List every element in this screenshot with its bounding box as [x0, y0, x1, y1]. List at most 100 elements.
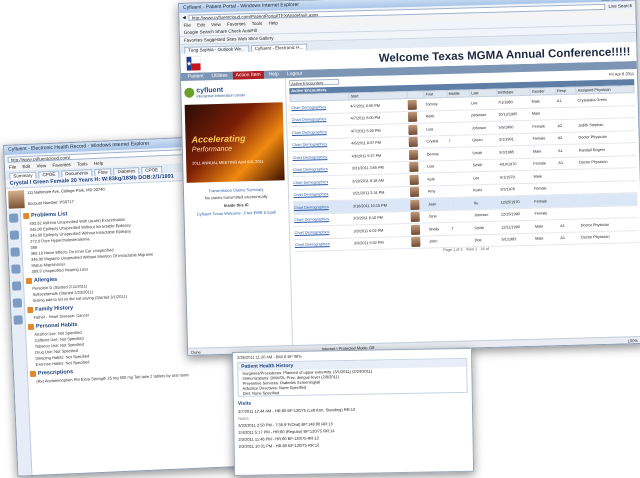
cell-chart-link[interactable]: Chart Demographics	[293, 237, 354, 252]
sidebar-icon-5[interactable]	[11, 281, 22, 291]
encounters-panel: Active Encounters Fri Apr 8 2011 Active …	[286, 69, 640, 356]
cell-last: Xu	[472, 196, 500, 210]
cell-first: Tommy	[424, 97, 448, 111]
logo-subtitle: interactive information center	[196, 92, 246, 99]
cell-gender: Male	[533, 219, 560, 233]
patient-avatar	[410, 211, 420, 223]
tab-documents[interactable]: Documents	[61, 169, 93, 178]
tab-cpoe-2[interactable]: CPOE	[141, 166, 163, 174]
menu-edit[interactable]: Edit	[197, 22, 205, 27]
cell-birthdate: 12/11/1990	[500, 220, 535, 234]
menu-tools[interactable]: Tools	[77, 161, 88, 166]
menu-view[interactable]: View	[36, 163, 46, 168]
cell-birthdate: 5/1/1979	[498, 170, 533, 184]
cell-photo	[409, 198, 428, 212]
cell-last: Lee	[469, 96, 498, 110]
cell-photo	[408, 160, 427, 174]
welcome-link[interactable]: Cyfluent Texas Welcome - Free EMR & Ipad…	[187, 209, 285, 217]
cell-first: Kyle	[426, 172, 450, 186]
cell-last: Green	[470, 133, 499, 147]
menu-tools[interactable]: Tools	[252, 21, 263, 26]
cell-last: Smith	[471, 146, 499, 160]
cell-last: Lee	[471, 171, 500, 185]
texas-logo-icon	[186, 55, 201, 71]
cell-first: Keith	[424, 109, 448, 124]
cell-gender: Male	[530, 94, 556, 108]
sidebar-icon-4[interactable]	[11, 264, 21, 274]
cell-middle	[449, 196, 473, 210]
chart-demographics-link[interactable]: Chart Demographics	[292, 142, 327, 147]
cell-gender: Female	[532, 182, 559, 196]
sidebar-icon-6[interactable]	[12, 298, 23, 308]
tab-flow[interactable]: Flow	[93, 168, 112, 177]
cell-resp	[557, 181, 579, 195]
tab-summary[interactable]: Summary	[9, 171, 37, 180]
sidebar-icon-3[interactable]	[10, 247, 20, 257]
cell-first: Jean	[426, 197, 451, 211]
sidebar-icon-1[interactable]	[9, 213, 19, 223]
chart-demographics-link[interactable]: Chart Demographics	[293, 155, 328, 160]
chart-demographics-link[interactable]: Chart Demographics	[292, 130, 327, 135]
cell-middle: I	[448, 134, 472, 148]
search-field[interactable]: Live Search	[608, 3, 632, 9]
sidebar-icon-7[interactable]	[13, 315, 23, 325]
chart-demographics-link[interactable]: Chart Demographics	[293, 180, 328, 185]
patient-avatar	[407, 99, 418, 110]
health-history-panel: Patient Health History Surgeries/Procedu…	[237, 357, 468, 397]
minimize-button[interactable]	[600, 0, 611, 1]
status-text: Done	[191, 349, 201, 355]
cell-photo	[409, 185, 427, 199]
cell-gender: Female	[531, 132, 557, 146]
back-arrow-icon[interactable]: ◀	[182, 14, 186, 20]
family-icon	[27, 306, 34, 314]
banner-line-2: Performance	[191, 145, 233, 154]
cell-start: 3/3/2011 5:52 PM	[352, 235, 411, 251]
chart-demographics-link[interactable]: Chart Demographics	[294, 217, 329, 222]
cell-first: Dennis	[425, 147, 449, 161]
cell-resp	[555, 106, 577, 120]
welcome-banner: Welcome Texas MGMA Annual Conference!!!!…	[378, 45, 631, 65]
chart-demographics-link[interactable]: Chart Demographics	[293, 167, 328, 172]
cell-gender: Male	[531, 144, 558, 158]
chart-demographics-link[interactable]: Chart Demographics	[294, 192, 329, 197]
inside-heading: Inside this IC	[223, 202, 249, 208]
chart-demographics-link[interactable]: Chart Demographics	[295, 242, 330, 247]
cell-photo	[409, 223, 428, 236]
patient-avatar	[410, 199, 420, 210]
cell-birthdate: 7/1/1980	[496, 95, 531, 109]
sidebar-icon-2[interactable]	[9, 230, 20, 240]
patient-avatar	[408, 112, 418, 123]
chart-demographics-link[interactable]: Chart Demographics	[294, 205, 329, 210]
menu-edit[interactable]: Edit	[22, 164, 30, 169]
cell-photo	[409, 210, 428, 224]
cell-last: peterson	[470, 108, 498, 122]
cell-resp: A1	[559, 231, 581, 245]
cell-gender: Female	[531, 119, 557, 133]
encounters-table: Start First Middle Last Birthdate Gender…	[289, 85, 638, 252]
tab-cpoe[interactable]: CPOE	[38, 170, 60, 179]
menu-view[interactable]: View	[211, 22, 221, 27]
conference-banner[interactable]: Accelerating Performance 2011 ANNUAL MEE…	[184, 102, 285, 183]
menu-help[interactable]: Help	[94, 161, 103, 166]
tab-diabetes[interactable]: Diabetes	[113, 167, 140, 176]
maximize-button[interactable]	[610, 0, 621, 1]
cell-middle	[448, 146, 472, 160]
menu-favorites[interactable]: Favorites	[52, 162, 71, 168]
menu-help[interactable]: Help	[268, 20, 277, 25]
cell-photo	[408, 173, 427, 187]
menu-file[interactable]: File	[184, 23, 191, 28]
chart-demographics-link[interactable]: Chart Demographics	[292, 117, 327, 122]
chart-demographics-link[interactable]: Chart Demographics	[291, 105, 326, 110]
encounters-select[interactable]: Active Encounters	[289, 78, 340, 87]
menu-file[interactable]: File	[9, 164, 16, 169]
chart-demographics-link[interactable]: Chart Demographics	[295, 230, 330, 235]
cell-gender: Male	[534, 232, 560, 246]
cell-resp: A2	[556, 119, 578, 133]
menu-favorites[interactable]: Favorites	[227, 21, 246, 26]
claims-status: No claims transmitted electronically	[204, 193, 268, 201]
patient-address: 111 Baltimore Ave, College Park, MD 2074…	[26, 186, 105, 195]
cell-birthdate: 5/3/1985	[498, 145, 533, 159]
banner-line-3: 2011 ANNUAL MEETING April 6-8, 2011	[192, 158, 264, 166]
habits-icon	[27, 323, 35, 331]
cell-last: Johnson	[470, 121, 498, 135]
